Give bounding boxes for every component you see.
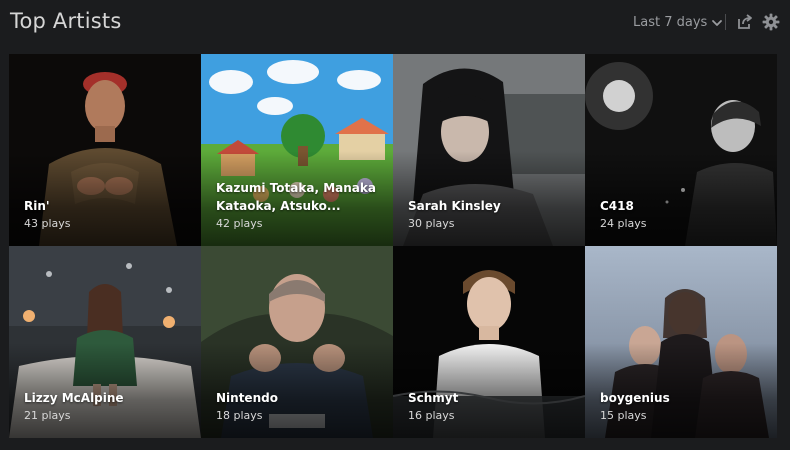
artist-name: Lizzy McAlpine: [24, 391, 124, 405]
artist-name: Sarah Kinsley: [408, 199, 501, 213]
artist-tile[interactable]: C418 24 plays: [585, 54, 777, 246]
artist-tile[interactable]: Sarah Kinsley 30 plays: [393, 54, 585, 246]
artist-tile[interactable]: Nintendo 18 plays: [201, 246, 393, 438]
chevron-down-icon: [712, 19, 723, 26]
play-count: 42 plays: [216, 217, 263, 230]
play-count: 16 plays: [408, 409, 455, 422]
artist-info: Rin' 43 plays: [24, 197, 189, 231]
play-count: 21 plays: [24, 409, 71, 422]
artist-name: Rin': [24, 199, 50, 213]
artist-grid: Rin' 43 plays Kazumi Totaka, Manaka Kata…: [9, 54, 777, 438]
play-count: 24 plays: [600, 217, 647, 230]
gear-icon[interactable]: [762, 13, 780, 31]
artist-name: C418: [600, 199, 634, 213]
artist-tile[interactable]: Rin' 43 plays: [9, 54, 201, 246]
play-count: 30 plays: [408, 217, 455, 230]
share-icon[interactable]: [736, 13, 754, 31]
artist-info: Kazumi Totaka, Manaka Kataoka, Atsuko...…: [216, 179, 381, 231]
artist-tile[interactable]: boygenius 15 plays: [585, 246, 777, 438]
artist-info: C418 24 plays: [600, 197, 765, 231]
play-count: 15 plays: [600, 409, 647, 422]
header: Top Artists Last 7 days: [0, 0, 790, 46]
play-count: 18 plays: [216, 409, 263, 422]
artist-info: boygenius 15 plays: [600, 389, 765, 423]
artist-info: Sarah Kinsley 30 plays: [408, 197, 573, 231]
artist-tile[interactable]: Kazumi Totaka, Manaka Kataoka, Atsuko...…: [201, 54, 393, 246]
page-title: Top Artists: [10, 9, 122, 33]
artist-name: Schmyt: [408, 391, 459, 405]
artist-tile[interactable]: Schmyt 16 plays: [393, 246, 585, 438]
time-range-dropdown[interactable]: Last 7 days: [633, 15, 723, 30]
artist-info: Nintendo 18 plays: [216, 389, 381, 423]
artist-info: Schmyt 16 plays: [408, 389, 573, 423]
divider: [725, 14, 726, 30]
artist-info: Lizzy McAlpine 21 plays: [24, 389, 189, 423]
artist-name: Nintendo: [216, 391, 278, 405]
artist-name: boygenius: [600, 391, 670, 405]
artist-tile[interactable]: Lizzy McAlpine 21 plays: [9, 246, 201, 438]
artist-name: Kazumi Totaka, Manaka Kataoka, Atsuko...: [216, 181, 376, 213]
time-range-label: Last 7 days: [633, 15, 708, 30]
play-count: 43 plays: [24, 217, 71, 230]
